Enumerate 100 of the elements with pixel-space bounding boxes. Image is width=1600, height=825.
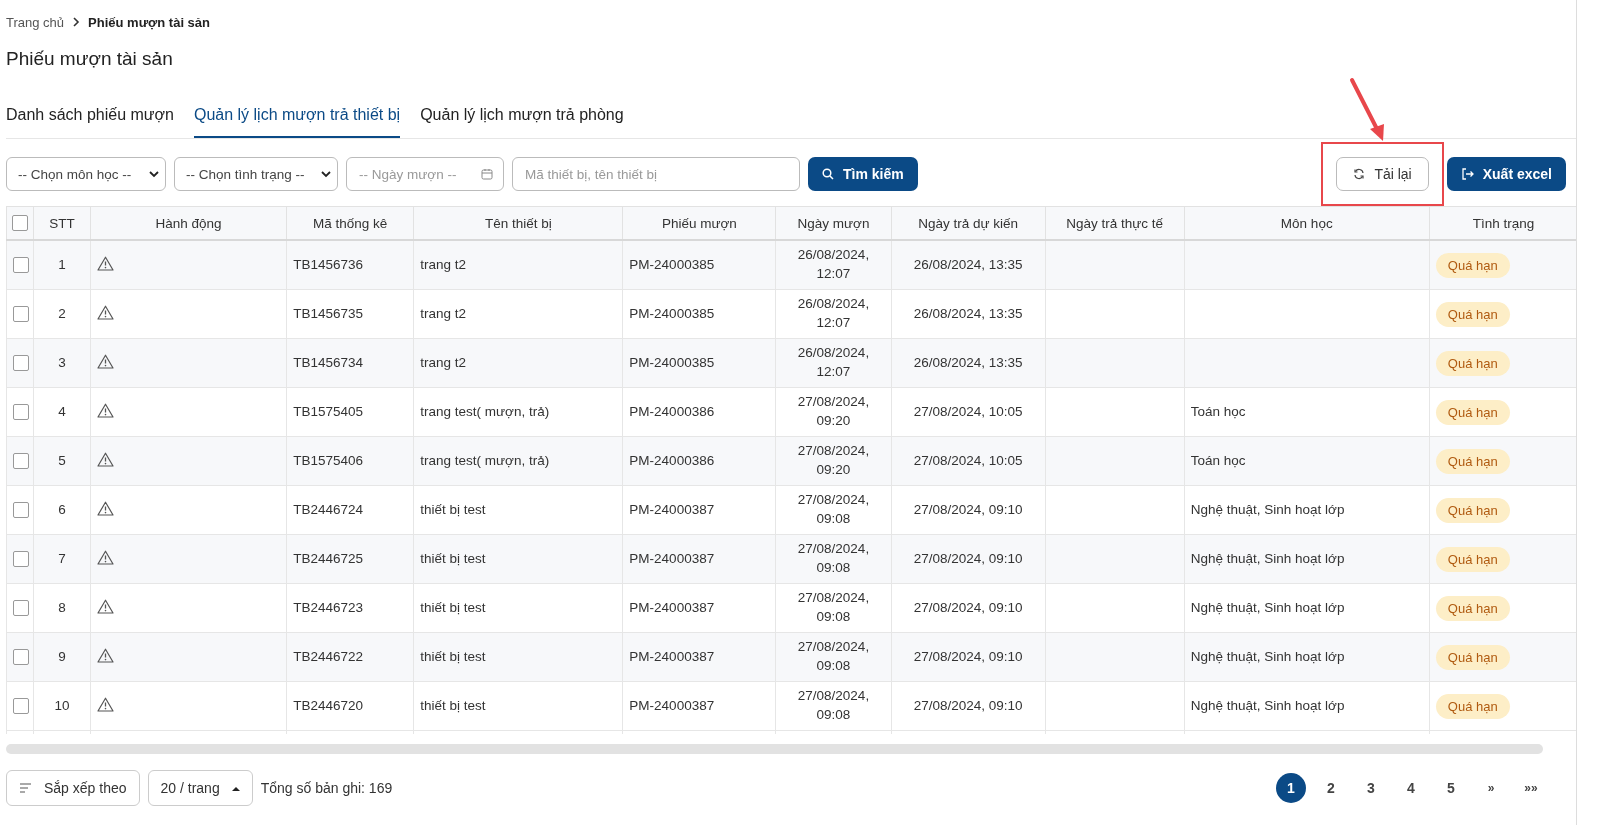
table-cell: PM-24000386 — [629, 403, 715, 419]
total-records: Tổng số bản ghi: 169 — [260, 780, 393, 796]
table-cell: thiết bị test — [420, 501, 486, 517]
row-checkbox[interactable] — [13, 551, 29, 568]
table-cell: 26/08/2024, 12:07 — [797, 296, 870, 330]
status-badge: Quá hạn — [1435, 301, 1510, 327]
table-cell: PM-24000385 — [629, 256, 715, 272]
status-badge: Quá hạn — [1435, 644, 1510, 670]
warning-icon[interactable] — [97, 452, 115, 467]
table-cell: 27/08/2024, 09:10 — [913, 501, 1023, 517]
table-cell: 10 — [54, 697, 70, 713]
table-cell: PM-24000386 — [629, 452, 715, 468]
subject-select[interactable]: -- Chọn môn học -- — [6, 157, 166, 191]
row-checkbox[interactable] — [13, 698, 29, 715]
table-cell: 27/08/2024, 09:10 — [913, 550, 1023, 566]
status-badge: Quá hạn — [1435, 595, 1510, 621]
export-button[interactable]: Xuất excel — [1446, 157, 1566, 191]
table-cell: 27/08/2024, 09:08 — [797, 590, 870, 624]
table-cell: Toán học — [1190, 452, 1246, 468]
table-cell: 27/08/2024, 10:05 — [913, 403, 1023, 419]
table-cell: TB2446725 — [293, 550, 363, 566]
breadcrumb-item[interactable]: Trang chủ — [6, 14, 65, 30]
column-header: Ngày mượn — [797, 215, 870, 231]
table-cell: thiết bị test — [420, 550, 486, 566]
select-all-checkbox[interactable] — [12, 215, 28, 232]
date-field[interactable]: -- Ngày mượn -- — [346, 157, 504, 191]
table-cell: 27/08/2024, 09:08 — [797, 541, 870, 575]
table-cell: PM-24000387 — [629, 550, 715, 566]
table-cell: TB2446724 — [293, 501, 363, 517]
table-cell: Nghệ thuật, Sinh hoạt lớp — [1190, 648, 1345, 664]
table-cell: TB2446720 — [293, 697, 363, 713]
warning-icon[interactable] — [97, 550, 115, 565]
tab[interactable]: Danh sách phiếu mượn — [6, 102, 174, 138]
column-header: Tên thiết bị — [484, 215, 552, 231]
status-badge: Quá hạn — [1435, 448, 1510, 474]
warning-icon[interactable] — [97, 697, 115, 712]
warning-icon[interactable] — [97, 403, 115, 418]
table-cell: 26/08/2024, 13:35 — [913, 256, 1023, 272]
table-cell: 26/08/2024, 12:07 — [797, 345, 870, 379]
table-cell: PM-24000385 — [629, 354, 715, 370]
table-cell: 27/08/2024, 10:05 — [913, 452, 1023, 468]
tab[interactable]: Quản lý lịch mượn trả thiết bị — [193, 102, 401, 138]
tab[interactable]: Quản lý lịch mượn trả phòng — [420, 102, 624, 138]
row-checkbox[interactable] — [13, 404, 29, 421]
page-number[interactable]: 5 — [1436, 773, 1466, 803]
status-badge: Quá hạn — [1435, 399, 1510, 425]
warning-icon[interactable] — [97, 256, 115, 271]
table-cell: 5 — [58, 452, 66, 468]
table-cell: thiết bị test — [420, 648, 486, 664]
table-cell: PM-24000387 — [629, 599, 715, 615]
page-number[interactable]: 2 — [1316, 773, 1346, 803]
row-checkbox[interactable] — [13, 502, 29, 519]
column-header: Mã thống kê — [313, 215, 388, 231]
row-checkbox[interactable] — [13, 600, 29, 617]
table-cell: 27/08/2024, 09:08 — [797, 639, 870, 673]
table-cell: Nghệ thuật, Sinh hoạt lớp — [1190, 501, 1345, 517]
table-cell: 27/08/2024, 09:20 — [797, 443, 870, 477]
column-header: Hành động — [155, 215, 222, 231]
page-number[interactable]: 1 — [1276, 773, 1306, 803]
page-number[interactable]: 4 — [1396, 773, 1426, 803]
row-checkbox[interactable] — [13, 453, 29, 470]
row-checkbox[interactable] — [13, 257, 29, 274]
table-cell: PM-24000387 — [629, 648, 715, 664]
warning-icon[interactable] — [97, 354, 115, 369]
table-cell: trang t2 — [420, 256, 466, 272]
table-cell: 27/08/2024, 09:08 — [797, 492, 870, 526]
table-cell: 26/08/2024, 13:35 — [913, 354, 1023, 370]
sort-button[interactable]: Sắp xếp theo — [6, 770, 140, 806]
table-cell: trang t2 — [420, 354, 466, 370]
status-badge: Quá hạn — [1435, 497, 1510, 523]
warning-icon[interactable] — [97, 501, 115, 516]
table-cell: TB2446722 — [293, 648, 363, 664]
table-cell: thiết bị test — [420, 697, 486, 713]
table-cell: Nghệ thuật, Sinh hoạt lớp — [1190, 599, 1345, 615]
page-size-select[interactable]: 20 / trang — [147, 770, 253, 806]
search-field[interactable]: Mã thiết bị, tên thiết bị — [512, 157, 800, 191]
table-cell: 6 — [58, 501, 66, 517]
horizontal-scrollbar[interactable] — [6, 744, 1543, 754]
warning-icon[interactable] — [97, 599, 115, 614]
calendar-icon[interactable] — [481, 168, 493, 180]
next-page[interactable]: » — [1476, 773, 1506, 803]
table-cell: PM-24000387 — [629, 697, 715, 713]
column-header: Tình trạng — [1472, 215, 1535, 231]
page-number[interactable]: 3 — [1356, 773, 1386, 803]
warning-icon[interactable] — [97, 305, 115, 320]
row-checkbox[interactable] — [13, 649, 29, 666]
status-badge: Quá hạn — [1435, 693, 1510, 719]
table-cell: 9 — [58, 648, 66, 664]
search-button[interactable]: Tìm kiếm — [808, 157, 918, 191]
last-page[interactable]: »» — [1516, 773, 1546, 803]
row-checkbox[interactable] — [13, 306, 29, 323]
warning-icon[interactable] — [97, 648, 115, 663]
table-cell: TB1575406 — [293, 452, 363, 468]
table-cell: trang test( mượn, trả) — [420, 403, 550, 419]
row-checkbox[interactable] — [13, 355, 29, 372]
table-cell: 7 — [58, 550, 66, 566]
caret-up-icon — [231, 785, 240, 791]
reload-button[interactable]: Tải lại — [1336, 157, 1429, 191]
refresh-icon — [1353, 168, 1366, 180]
status-select[interactable]: -- Chọn tình trạng -- — [174, 157, 338, 191]
